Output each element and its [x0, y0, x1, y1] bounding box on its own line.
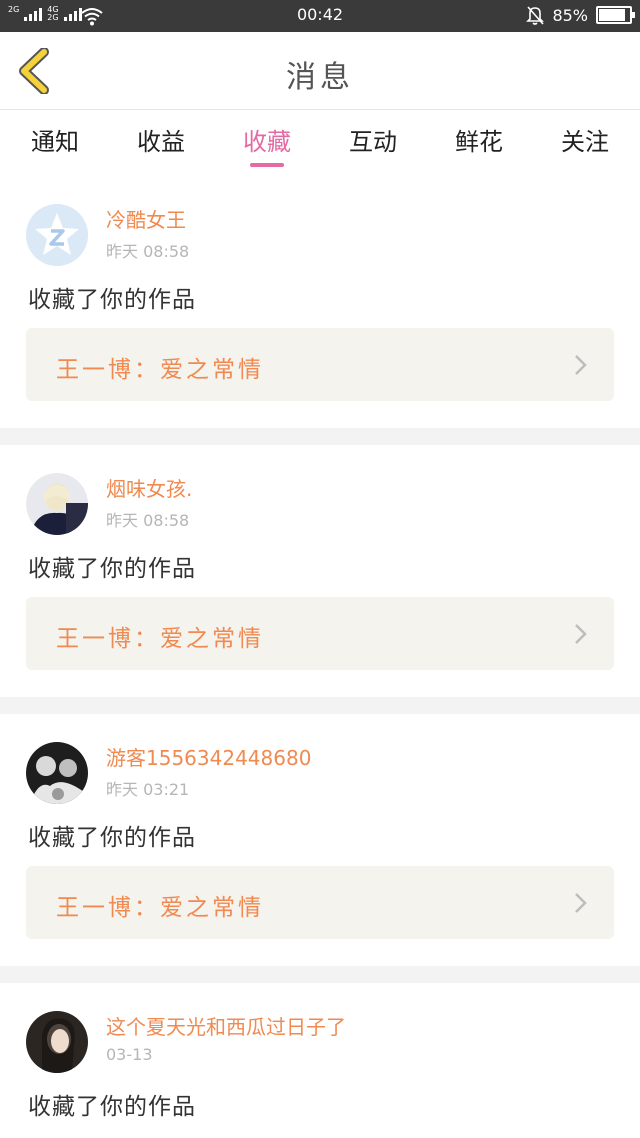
avatar[interactable]	[26, 473, 88, 535]
page-title: 消息	[286, 60, 354, 95]
divider	[0, 697, 640, 714]
user-name[interactable]: 这个夏天光和西瓜过日子了	[106, 1011, 346, 1040]
tab-bar: 通知 收益 收藏 互动 鲜花 关注	[0, 110, 640, 172]
chevron-right-icon	[575, 355, 587, 375]
chevron-right-icon	[575, 624, 587, 644]
tab-notifications[interactable]: 通知	[10, 122, 100, 157]
battery-icon	[596, 6, 635, 24]
status-bar: 2G 4G 2G 00:42 85%	[0, 0, 640, 32]
avatar-photo	[26, 1011, 88, 1073]
message-time: 昨天 08:58	[106, 511, 190, 530]
user-name[interactable]: 冷酷女王	[106, 204, 186, 233]
work-link[interactable]: 王一博：爱之常情	[26, 866, 614, 939]
work-link[interactable]: 王一博：爱之常情	[26, 597, 614, 670]
message-card: 冷酷女王 昨天 08:58 收藏了你的作品 王一博：爱之常情	[0, 176, 640, 428]
avatar[interactable]	[26, 1011, 88, 1073]
message-time: 昨天 08:58	[106, 242, 190, 261]
tab-flowers[interactable]: 鲜花	[434, 122, 524, 157]
divider	[0, 966, 640, 983]
message-time: 昨天 03:21	[106, 780, 190, 799]
chevron-right-icon	[575, 893, 587, 913]
message-text: 收藏了你的作品	[28, 287, 196, 313]
tab-earnings[interactable]: 收益	[116, 122, 206, 157]
message-card: 游客1556342448680 昨天 03:21 收藏了你的作品 王一博：爱之常…	[0, 714, 640, 966]
user-name[interactable]: 游客1556342448680	[106, 742, 311, 771]
tab-interactions[interactable]: 互动	[328, 122, 418, 157]
tab-follows[interactable]: 关注	[540, 122, 630, 157]
message-text: 收藏了你的作品	[28, 825, 196, 851]
work-link[interactable]: 王一博：爱之常情	[26, 328, 614, 401]
avatar-photo	[26, 742, 88, 804]
header: 消息	[0, 32, 640, 110]
work-title: 王一博：爱之常情	[56, 357, 264, 383]
default-avatar-icon	[26, 204, 88, 266]
mute-bell-icon	[526, 6, 545, 25]
avatar[interactable]	[26, 742, 88, 804]
battery-percent: 85%	[552, 5, 588, 25]
message-card: 这个夏天光和西瓜过日子了 03-13 收藏了你的作品	[0, 983, 640, 1138]
tab-favorites[interactable]: 收藏	[222, 122, 312, 157]
work-title: 王一博：爱之常情	[56, 895, 264, 921]
avatar-photo	[26, 473, 88, 535]
active-tab-indicator	[250, 163, 284, 167]
message-card: 烟味女孩. 昨天 08:58 收藏了你的作品 王一博：爱之常情	[0, 445, 640, 697]
message-text: 收藏了你的作品	[28, 1094, 196, 1120]
message-text: 收藏了你的作品	[28, 556, 196, 582]
work-title: 王一博：爱之常情	[56, 626, 264, 652]
message-time: 03-13	[106, 1045, 153, 1064]
divider	[0, 428, 640, 445]
user-name[interactable]: 烟味女孩.	[106, 473, 192, 502]
avatar[interactable]	[26, 204, 88, 266]
